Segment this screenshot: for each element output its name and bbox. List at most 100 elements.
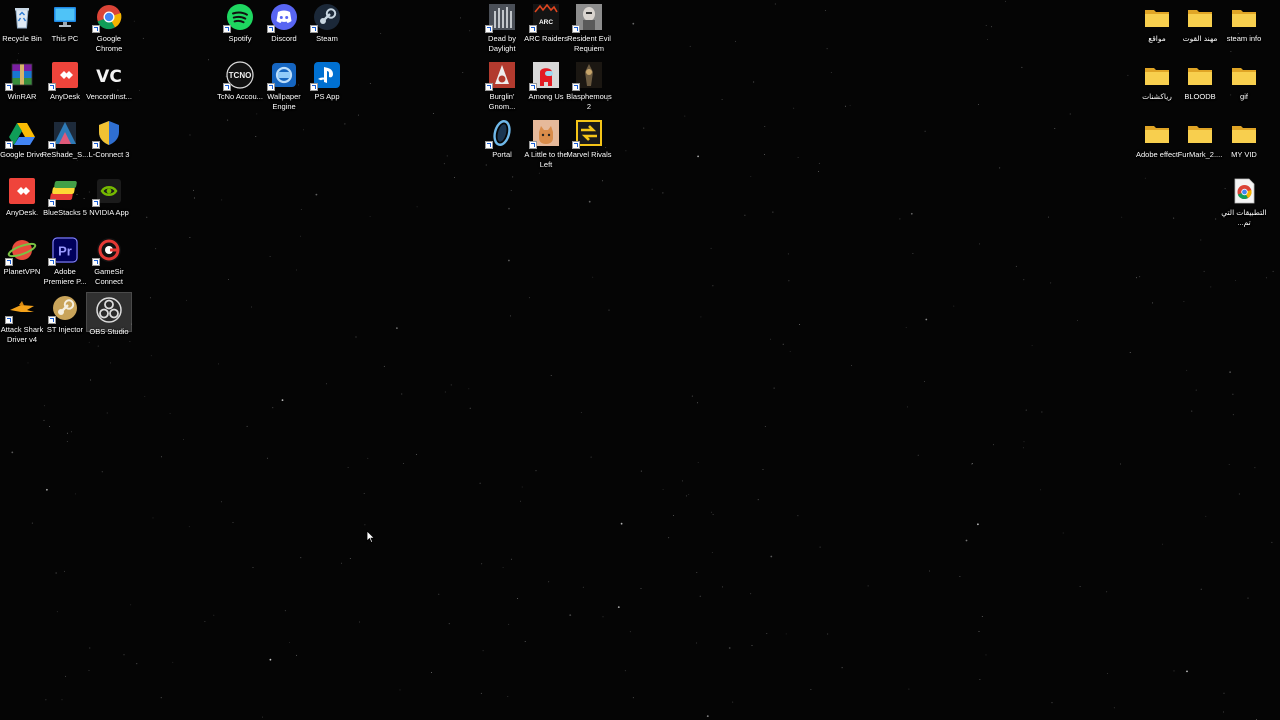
star — [296, 269, 298, 271]
star — [524, 641, 526, 643]
desktop-icon-portal[interactable]: Portal — [480, 118, 524, 160]
desktop-icon-st-injector[interactable]: ST Injector — [43, 293, 87, 335]
star — [256, 113, 258, 115]
star — [1144, 177, 1146, 179]
star — [925, 318, 928, 321]
star — [150, 355, 152, 357]
desktop-icon-folder-reactions[interactable]: رياكشنات — [1135, 60, 1179, 102]
star — [697, 155, 699, 158]
star — [1069, 113, 1071, 115]
desktop-icon-planetvpn[interactable]: PlanetVPN — [0, 235, 44, 277]
desktop-icon-blasphemous[interactable]: Blasphemous 2 — [566, 60, 612, 112]
shortcut-arrow-icon — [572, 83, 580, 91]
folder-icon — [1229, 118, 1259, 148]
desktop-icon-nvidia-app[interactable]: NVIDIA App — [87, 176, 131, 218]
star — [101, 471, 103, 473]
star — [793, 107, 795, 109]
desktop-icon-label: مهند القوت — [1182, 34, 1218, 43]
shortcut-arrow-icon — [310, 25, 318, 33]
desktop-icon-google-chrome[interactable]: Google Chrome — [87, 2, 131, 54]
desktop[interactable]: Recycle Bin This PC Google Chrome WinRAR Any… — [0, 0, 1280, 720]
desktop-icon-ps-app[interactable]: PS App — [305, 60, 349, 102]
desktop-icon-among-us[interactable]: Among Us — [524, 60, 568, 102]
desktop-icon-obs-studio[interactable]: OBS Studio — [86, 292, 132, 336]
star — [221, 199, 223, 201]
star — [1127, 74, 1129, 76]
star — [510, 315, 511, 317]
desktop-icon-label: Burglin' Gnom... — [488, 92, 516, 111]
desktop-icon-vencord[interactable]: VC VencordInst... — [86, 60, 132, 102]
star — [1021, 66, 1023, 68]
star — [1230, 50, 1232, 52]
desktop-icon-reshade[interactable]: ReShade_S... — [42, 118, 88, 160]
anydesk-icon — [48, 60, 80, 91]
desktop-icon-label: gif — [1240, 92, 1248, 101]
desktop-icon-anydesk-2[interactable]: AnyDesk. — [0, 176, 44, 218]
desktop-icon-bluestacks[interactable]: BlueStacks 5 — [43, 176, 87, 218]
desktop-icon-folder-power[interactable]: مهند القوت — [1178, 2, 1222, 44]
desktop-icon-label: التطبيقات التي تم... — [1221, 208, 1267, 227]
desktop-icon-spotify[interactable]: Spotify — [218, 2, 262, 44]
desktop-icon-folder-bloodb[interactable]: BLOODB — [1178, 60, 1222, 102]
star — [443, 163, 445, 165]
star — [979, 243, 980, 245]
star — [924, 130, 926, 132]
dbd-icon — [485, 2, 517, 33]
desktop-icon-folder-furmark[interactable]: FurMark_2.... — [1178, 118, 1222, 160]
star — [138, 89, 140, 91]
desktop-icon-attack-shark[interactable]: Attack Shark Driver v4 — [0, 293, 44, 345]
shortcut-arrow-icon — [485, 83, 493, 91]
desktop-icon-anydesk[interactable]: AnyDesk — [43, 60, 87, 102]
desktop-icon-folder-adobe-effect[interactable]: Adobe effect — [1135, 118, 1179, 160]
desktop-icon-label: Adobe Premiere P... — [43, 267, 87, 286]
star — [416, 206, 418, 208]
desktop-icon-discord[interactable]: Discord — [262, 2, 306, 44]
shortcut-arrow-icon — [529, 25, 537, 33]
star — [764, 126, 766, 127]
star — [46, 488, 48, 491]
star — [797, 515, 799, 517]
shortcut-arrow-icon — [48, 199, 56, 207]
star — [289, 641, 290, 643]
star — [18, 52, 19, 54]
reshade-icon — [48, 118, 80, 149]
shortcut-arrow-icon — [92, 258, 100, 266]
desktop-icon-resident-evil[interactable]: Resident Evil Requiem — [567, 2, 611, 54]
desktop-icon-google-drive[interactable]: Google Drive — [0, 118, 44, 160]
star — [415, 454, 417, 455]
desktop-icon-chrome-apps[interactable]: التطبيقات التي تم... — [1221, 176, 1267, 228]
desktop-icon-tcno[interactable]: TCNO TcNo Accou... — [217, 60, 263, 102]
desktop-icon-label: L-Connect 3 — [88, 150, 130, 159]
star — [766, 633, 768, 635]
star — [712, 285, 714, 287]
star — [129, 340, 131, 342]
star — [401, 393, 403, 395]
desktop-icon-l-connect[interactable]: L-Connect 3 — [87, 118, 131, 160]
star — [1051, 702, 1053, 704]
desktop-icon-this-pc[interactable]: This PC — [43, 2, 87, 44]
star — [993, 444, 994, 446]
star — [750, 593, 752, 595]
desktop-icon-burglin-gnomes[interactable]: Burglin' Gnom... — [480, 60, 524, 112]
star — [1050, 282, 1052, 284]
desktop-icon-recycle-bin[interactable]: Recycle Bin — [0, 2, 44, 44]
desktop-icon-steam[interactable]: Steam — [305, 2, 349, 44]
star — [905, 326, 907, 328]
desktop-icon-folder-my-vid[interactable]: MY VID — [1222, 118, 1266, 160]
desktop-icon-marvel-rivals[interactable]: Marvel Rivals — [566, 118, 612, 160]
star — [632, 697, 634, 699]
desktop-icon-arc-raiders[interactable]: ARC ARC Raiders — [524, 2, 568, 44]
desktop-icon-folder-gif[interactable]: gif — [1222, 60, 1266, 102]
desktop-icon-gamesir[interactable]: GameSir Connect — [87, 235, 131, 287]
star — [774, 3, 776, 5]
star — [580, 411, 582, 413]
star — [520, 500, 522, 502]
desktop-icon-winrar[interactable]: WinRAR — [0, 60, 44, 102]
desktop-icon-wallpaper-engine[interactable]: Wallpaper Engine — [262, 60, 306, 112]
desktop-icon-folder-steam-info[interactable]: steam info — [1222, 2, 1266, 44]
desktop-icon-folder-sites[interactable]: مواقع — [1135, 2, 1179, 44]
desktop-icon-premiere[interactable]: Pr Adobe Premiere P... — [43, 235, 87, 287]
desktop-icon-dead-by-daylight[interactable]: Dead by Daylight — [480, 2, 524, 54]
star — [617, 606, 620, 608]
desktop-icon-little-to-the-left[interactable]: A Little to the Left — [524, 118, 568, 170]
